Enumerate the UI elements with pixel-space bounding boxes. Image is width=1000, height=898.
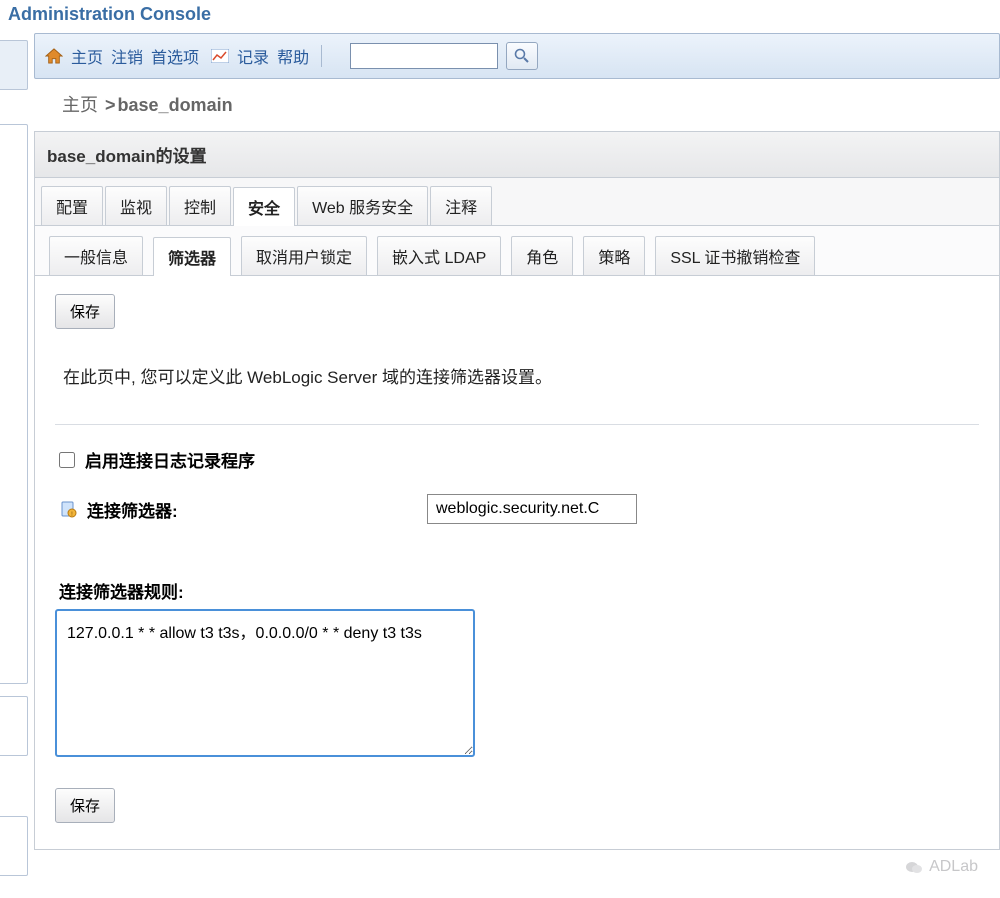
enable-logger-row: 启用连接日志记录程序 <box>55 443 979 480</box>
tab-monitor[interactable]: 监视 <box>105 186 167 225</box>
sidebar-collapsed-4[interactable] <box>0 816 28 876</box>
tab-notes[interactable]: 注释 <box>430 186 492 225</box>
rules-label: 连接筛选器规则: <box>59 578 979 603</box>
connection-filter-row: ! 连接筛选器: <box>55 480 979 538</box>
app-title-text: Administration Console <box>8 4 211 24</box>
tab-security[interactable]: 安全 <box>233 187 295 226</box>
toolbar-divider <box>321 45 322 67</box>
app-title: Administration Console <box>0 0 1000 33</box>
tab-web-service-security[interactable]: Web 服务安全 <box>297 186 428 225</box>
enable-logger-checkbox[interactable] <box>59 452 75 468</box>
panel-content: 保存 在此页中, 您可以定义此 WebLogic Server 域的连接筛选器设… <box>35 276 999 849</box>
subtab-roles[interactable]: 角色 <box>511 236 573 275</box>
sub-tabs: 一般信息 筛选器 取消用户锁定 嵌入式 LDAP 角色 策略 SSL 证书撤销检… <box>35 226 999 276</box>
nav-preferences[interactable]: 首选项 <box>151 44 199 68</box>
toolbar: 主页 注销 首选项 记录 帮助 <box>34 33 1000 79</box>
watermark-text: ADLab <box>929 858 978 876</box>
connection-filter-input[interactable] <box>427 494 637 524</box>
rules-textarea[interactable] <box>55 609 475 757</box>
breadcrumb-sep: > <box>105 95 116 115</box>
home-icon <box>45 48 63 64</box>
chart-icon <box>211 49 229 63</box>
save-button-bottom[interactable]: 保存 <box>55 788 115 823</box>
subtab-unlock-user[interactable]: 取消用户锁定 <box>241 236 367 275</box>
search-icon <box>514 48 530 64</box>
search-input[interactable] <box>350 43 498 69</box>
breadcrumb: 主页 >base_domain <box>34 79 1000 131</box>
subtab-filter[interactable]: 筛选器 <box>153 237 231 276</box>
tab-config[interactable]: 配置 <box>41 186 103 225</box>
connection-filter-label: 连接筛选器: <box>87 497 417 522</box>
nav-home[interactable]: 主页 <box>71 44 103 68</box>
subtab-policies[interactable]: 策略 <box>583 236 645 275</box>
subtab-ssl-revocation[interactable]: SSL 证书撤销检查 <box>655 236 815 275</box>
nav-record[interactable]: 记录 <box>237 44 269 68</box>
page-description: 在此页中, 您可以定义此 WebLogic Server 域的连接筛选器设置。 <box>63 363 971 388</box>
sidebar-collapsed-2[interactable] <box>0 124 28 684</box>
watermark: ADLab <box>905 858 978 876</box>
tab-control[interactable]: 控制 <box>169 186 231 225</box>
settings-panel: base_domain的设置 配置 监视 控制 安全 Web 服务安全 注释 一… <box>34 131 1000 850</box>
breadcrumb-current: base_domain <box>118 95 233 115</box>
save-button-top[interactable]: 保存 <box>55 294 115 329</box>
subtab-embedded-ldap[interactable]: 嵌入式 LDAP <box>377 236 501 275</box>
sidebar-collapsed-1[interactable] <box>0 40 28 90</box>
nav-logout[interactable]: 注销 <box>111 44 143 68</box>
subtab-general[interactable]: 一般信息 <box>49 236 143 275</box>
search-button[interactable] <box>506 42 538 70</box>
sidebar-collapsed-3[interactable] <box>0 696 28 756</box>
panel-title: base_domain的设置 <box>35 132 999 178</box>
wechat-icon <box>905 860 923 874</box>
breadcrumb-home[interactable]: 主页 <box>62 95 98 115</box>
divider <box>55 424 979 425</box>
restart-required-icon: ! <box>59 500 77 518</box>
enable-logger-label: 启用连接日志记录程序 <box>85 447 255 472</box>
main-tabs: 配置 监视 控制 安全 Web 服务安全 注释 <box>35 178 999 226</box>
nav-help[interactable]: 帮助 <box>277 44 309 68</box>
